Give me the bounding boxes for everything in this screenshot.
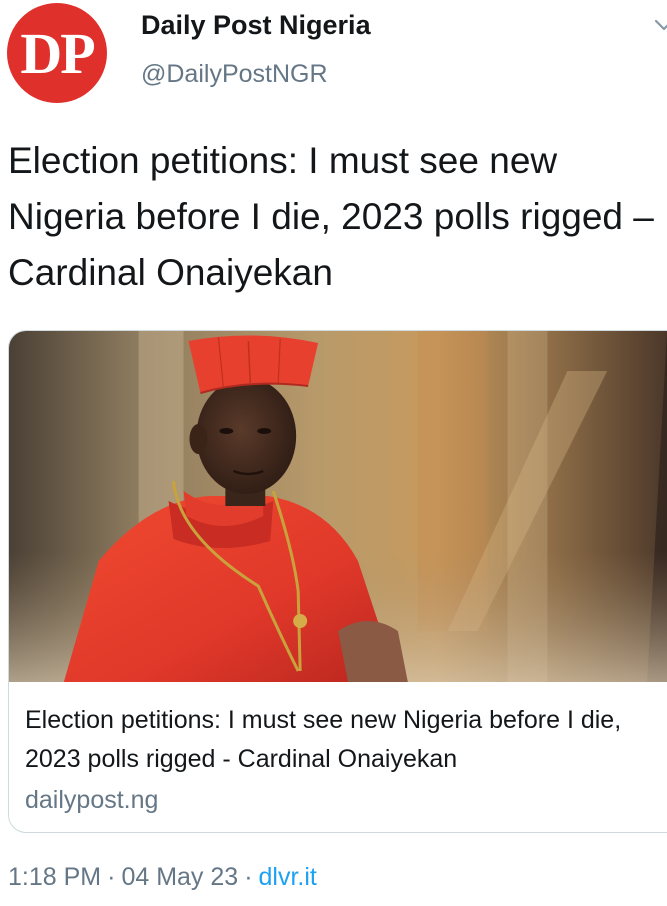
card-body: Election petitions: I must see new Niger… [25, 701, 667, 818]
author-handle[interactable]: @DailyPostNGR [141, 60, 328, 89]
meta-separator: · [244, 863, 253, 891]
author-display-name[interactable]: Daily Post Nigeria [141, 10, 371, 41]
avatar[interactable]: DP [7, 3, 107, 103]
meta-separator: · [107, 863, 116, 891]
tweet-time[interactable]: 1:18 PM [8, 863, 101, 891]
card-title: Election petitions: I must see new Niger… [25, 706, 622, 773]
tweet-text: Election petitions: I must see new Niger… [8, 140, 654, 293]
card-domain: dailypost.ng [25, 786, 159, 814]
link-preview-card[interactable]: Election petitions: I must see new Niger… [8, 330, 667, 833]
tweet-source-link[interactable]: dlvr.it [259, 863, 317, 891]
news-photo-image [9, 331, 667, 682]
avatar-logo-text: DP [20, 21, 95, 86]
tweet-metadata: 1:18 PM · 04 May 23 · dlvr.it [8, 863, 317, 892]
tweet-date[interactable]: 04 May 23 [121, 863, 238, 891]
chevron-down-icon[interactable] [653, 14, 667, 36]
